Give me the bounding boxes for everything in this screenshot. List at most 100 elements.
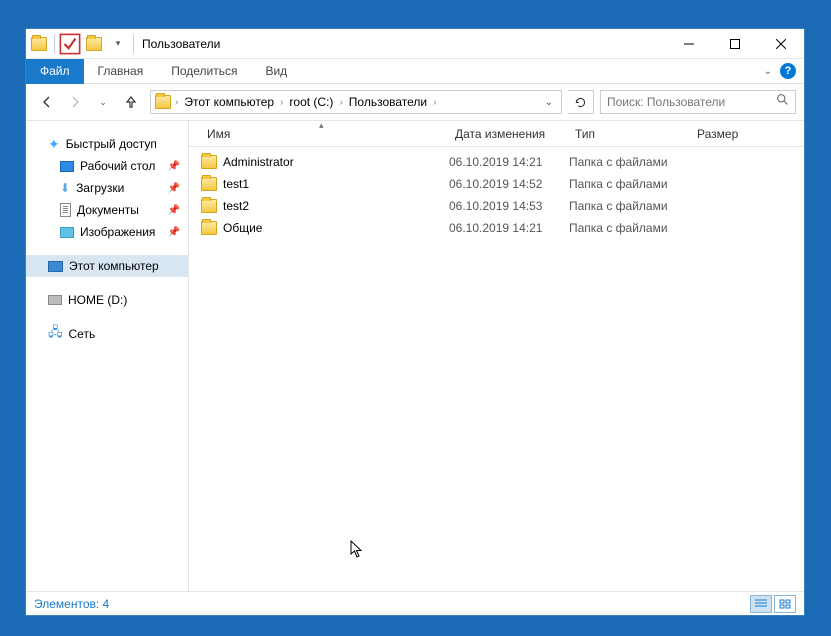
address-dropdown-icon[interactable]: ⌄ — [539, 97, 559, 108]
pictures-icon — [60, 227, 74, 238]
maximize-button[interactable] — [712, 29, 758, 58]
refresh-button[interactable] — [568, 90, 594, 114]
pin-icon: 📌 — [168, 183, 180, 194]
file-date: 06.10.2019 14:21 — [449, 155, 569, 169]
chevron-right-icon[interactable]: › — [173, 97, 180, 108]
table-row[interactable]: Общие 06.10.2019 14:21Папка с файлами — [189, 217, 804, 239]
sidebar-item-quick-access[interactable]: ✦ Быстрый доступ — [26, 133, 188, 155]
sidebar-item-downloads[interactable]: ⬇ Загрузки 📌 — [26, 177, 188, 199]
content-pane: ▴ Имя Дата изменения Тип Размер Administ… — [189, 121, 804, 591]
sidebar-item-label: Сеть — [69, 327, 96, 341]
star-icon: ✦ — [48, 136, 60, 153]
tab-share[interactable]: Поделиться — [157, 59, 251, 84]
forward-button[interactable] — [62, 89, 88, 115]
column-header-size[interactable]: Размер — [691, 127, 771, 141]
folder-icon — [201, 177, 217, 191]
tab-home[interactable]: Главная — [84, 59, 158, 84]
chevron-right-icon[interactable]: › — [337, 97, 344, 108]
sidebar-item-label: Документы — [77, 203, 139, 217]
quick-access-toolbar: ▾ — [26, 33, 138, 55]
column-header-name[interactable]: Имя — [201, 127, 449, 141]
close-button[interactable] — [758, 29, 804, 58]
table-row[interactable]: Administrator 06.10.2019 14:21Папка с фай… — [189, 151, 804, 173]
file-type: Папка с файлами — [569, 221, 691, 235]
nav-toolbar: ⌄ › Этот компьютер › root (C:) › Пользов… — [26, 84, 804, 120]
sidebar-item-documents[interactable]: Документы 📌 — [26, 199, 188, 221]
table-row[interactable]: test206.10.2019 14:53Папка с файлами — [189, 195, 804, 217]
help-icon[interactable]: ? — [780, 63, 796, 79]
pin-icon: 📌 — [168, 227, 180, 238]
ribbon-expand-icon[interactable]: ⌄ — [764, 66, 772, 77]
chevron-right-icon[interactable]: › — [431, 97, 438, 108]
tab-file[interactable]: Файл — [26, 59, 84, 84]
file-type: Папка с файлами — [569, 177, 691, 191]
sidebar-item-network[interactable]: 🖧 Сеть — [26, 323, 188, 345]
sidebar-item-label: HOME (D:) — [68, 293, 127, 307]
separator — [133, 35, 134, 53]
status-count: 4 — [103, 597, 110, 611]
separator — [54, 35, 55, 53]
disk-icon — [48, 295, 62, 305]
column-headers: ▴ Имя Дата изменения Тип Размер — [189, 121, 804, 147]
titlebar[interactable]: ▾ Пользователи — [26, 29, 804, 59]
app-folder-icon — [28, 33, 50, 55]
window-title: Пользователи — [138, 37, 220, 51]
folder-icon — [155, 95, 171, 109]
sidebar-item-label: Изображения — [80, 225, 155, 239]
search-input[interactable] — [607, 95, 776, 109]
explorer-window: ▾ Пользователи Файл Главная Поделиться В… — [25, 28, 805, 616]
status-bar: Элементов: 4 — [26, 591, 804, 615]
sidebar-item-label: Загрузки — [76, 181, 124, 195]
sidebar-item-label: Быстрый доступ — [66, 137, 157, 151]
recent-dropdown-icon[interactable]: ⌄ — [90, 89, 116, 115]
column-header-type[interactable]: Тип — [569, 127, 691, 141]
pin-icon: 📌 — [168, 205, 180, 216]
large-icons-view-button[interactable] — [774, 595, 796, 613]
folder-icon — [201, 155, 217, 169]
ribbon: Файл Главная Поделиться Вид ⌄ ? — [26, 59, 804, 84]
desktop-icon — [60, 161, 74, 172]
up-button[interactable] — [118, 89, 144, 115]
search-icon[interactable] — [776, 93, 789, 111]
chevron-right-icon[interactable]: › — [278, 97, 285, 108]
tab-view[interactable]: Вид — [251, 59, 301, 84]
navigation-pane[interactable]: ✦ Быстрый доступ Рабочий стол 📌 ⬇ Загруз… — [26, 121, 189, 591]
sort-indicator-icon: ▴ — [319, 120, 324, 131]
file-type: Папка с файлами — [569, 199, 691, 213]
properties-check-icon[interactable] — [59, 33, 81, 55]
sidebar-item-desktop[interactable]: Рабочий стол 📌 — [26, 155, 188, 177]
minimize-button[interactable] — [666, 29, 712, 58]
sidebar-item-label: Рабочий стол — [80, 159, 155, 173]
window-controls — [666, 29, 804, 58]
file-type: Папка с файлами — [569, 155, 691, 169]
sidebar-item-label: Этот компьютер — [69, 259, 159, 273]
computer-icon — [48, 261, 63, 272]
sidebar-item-thispc[interactable]: Этот компьютер — [26, 255, 188, 277]
breadcrumb-thispc[interactable]: Этот компьютер — [180, 91, 278, 113]
file-date: 06.10.2019 14:52 — [449, 177, 569, 191]
file-name: test2 — [223, 199, 249, 213]
sidebar-item-drive[interactable]: HOME (D:) — [26, 289, 188, 311]
file-date: 06.10.2019 14:21 — [449, 221, 569, 235]
breadcrumb-users[interactable]: Пользователи — [345, 91, 431, 113]
new-folder-icon[interactable] — [83, 33, 105, 55]
pin-icon: 📌 — [168, 161, 180, 172]
back-button[interactable] — [34, 89, 60, 115]
file-name: test1 — [223, 177, 249, 191]
details-view-button[interactable] — [750, 595, 772, 613]
qat-dropdown-icon[interactable]: ▾ — [107, 33, 129, 55]
search-box[interactable] — [600, 90, 796, 114]
column-header-date[interactable]: Дата изменения — [449, 127, 569, 141]
window-body: ✦ Быстрый доступ Рабочий стол 📌 ⬇ Загруз… — [26, 120, 804, 591]
file-list[interactable]: Administrator06.10.2019 14:21Папка с фай… — [189, 147, 804, 591]
folder-icon — [201, 221, 217, 235]
table-row[interactable]: test1 06.10.2019 14:52Папка с файлами — [189, 173, 804, 195]
downloads-icon: ⬇ — [60, 181, 70, 195]
folder-icon — [201, 199, 217, 213]
file-name: Общие — [223, 221, 262, 235]
breadcrumb-root[interactable]: root (C:) — [285, 91, 337, 113]
file-name: Administrator — [223, 155, 294, 169]
documents-icon — [60, 203, 71, 217]
sidebar-item-pictures[interactable]: Изображения 📌 — [26, 221, 188, 243]
address-bar[interactable]: › Этот компьютер › root (C:) › Пользоват… — [150, 90, 562, 114]
